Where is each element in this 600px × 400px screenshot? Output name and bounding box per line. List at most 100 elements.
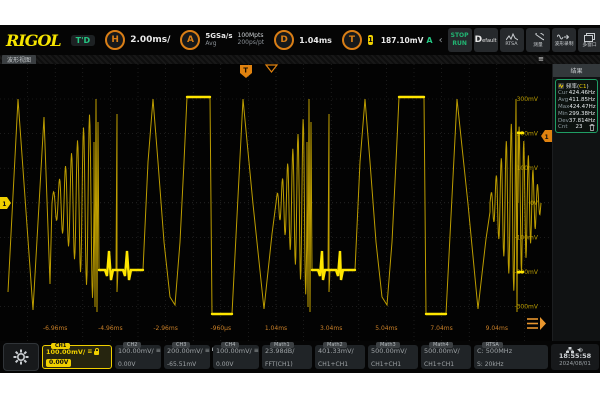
bw-limit-icon: ≡ <box>156 348 161 354</box>
acquire-knob[interactable]: A <box>180 30 200 50</box>
default-button[interactable]: Default <box>474 28 498 52</box>
math4-expr: CH1+CH1 <box>424 362 468 368</box>
channel-card-ch2[interactable]: CH2 100.00mV/≡ 0.00V <box>115 345 161 369</box>
math2-tab: Math2 <box>323 342 347 348</box>
math2-expr: CH1+CH1 <box>318 362 362 368</box>
multi-window-label: 多窗口 <box>582 43 596 48</box>
gear-icon <box>13 349 29 365</box>
waveform-view[interactable]: 300mV200mV100mV0V-100mV-200mV-300mV-6.96… <box>0 64 552 341</box>
panel-menu-icon[interactable]: ≡ <box>538 56 544 63</box>
ch1-offset: 0.00V <box>46 359 71 367</box>
voltage-label: 300mV <box>517 96 539 103</box>
trigger-knob[interactable]: T <box>342 30 362 50</box>
math3-scale: 500.00mV/ <box>371 348 415 355</box>
math1-tab: Math1 <box>270 342 294 348</box>
measurement-card-frequency[interactable]: 频率(C1) Cur424.46Hz Avg411.85Hz Max424.47… <box>555 79 598 133</box>
time-label: 1.04ms <box>265 325 287 332</box>
waveform-bright-segment <box>99 251 143 280</box>
svg-text:1: 1 <box>2 201 6 208</box>
time-label: 9.04ms <box>486 325 508 332</box>
delete-measurement-icon[interactable] <box>589 124 595 131</box>
time-label: -960μs <box>211 325 232 332</box>
settings-button[interactable] <box>3 343 39 371</box>
results-panel-title: 结果 <box>553 64 600 77</box>
rtsa-label: RTSA <box>505 42 517 47</box>
ch1-tab: CH1 <box>51 343 70 349</box>
multi-window-icon <box>584 33 595 42</box>
acquire-mode: Avg <box>205 41 232 48</box>
ch3-tab: CH3 <box>172 342 190 348</box>
run-label: RUN <box>452 41 467 48</box>
bw-limit-icon: ≡ <box>254 348 259 354</box>
delay-value[interactable]: 1.04ms <box>299 36 332 45</box>
trigger-status-badge[interactable]: T'D <box>71 35 96 46</box>
rtsa-center: C: 500MHz <box>477 348 545 355</box>
math-card-math1[interactable]: Math1 23.98dB/ FFT(CH1) <box>262 345 312 369</box>
measurement-title: 频率(C1) <box>558 82 595 90</box>
math-card-math2[interactable]: Math2 401.33mV/ CH1+CH1 <box>315 345 365 369</box>
time-label: 7.04ms <box>430 325 452 332</box>
acquire-info[interactable]: 5GSa/s Avg <box>205 33 232 47</box>
view-tab-strip: 波形视图 ≡ <box>0 55 600 64</box>
stop-run-button[interactable]: STOP RUN <box>448 28 472 52</box>
time-label: 5.04ms <box>375 325 397 332</box>
sample-resolution: 200ps/pt <box>238 40 265 47</box>
center-reference-marker <box>266 65 277 72</box>
bw-limit-icon: ≡ <box>205 348 210 354</box>
toolbar: STOP RUN Default RTSA <box>448 28 600 52</box>
time-label: 3.04ms <box>320 325 342 332</box>
datetime-box[interactable]: 18:55:58 2024/08/01 <box>551 344 599 370</box>
display-area: 300mV200mV100mV0V-100mV-200mV-300mV-6.96… <box>0 64 600 341</box>
screenshot: RIGOL T'D H 2.00ms/ A 5GSa/s Avg 100Mpts… <box>0 0 600 400</box>
channel-card-ch4[interactable]: CH4 100.00mV/≡ 0.00V <box>213 345 259 369</box>
ch2-tab: CH2 <box>123 342 141 348</box>
math2-scale: 401.33mV/ <box>318 348 362 355</box>
math-card-math3[interactable]: Math3 500.00mV/ CH1+CH1 <box>368 345 418 369</box>
math-card-math4[interactable]: Math4 500.00mV/ CH1+CH1 <box>421 345 471 369</box>
ch1-waveform-trace <box>8 97 541 314</box>
rtsa-button[interactable]: RTSA <box>500 28 524 52</box>
spectrum-icon <box>506 33 518 41</box>
oscilloscope-screen: RIGOL T'D H 2.00ms/ A 5GSa/s Avg 100Mpts… <box>0 25 600 373</box>
waveform-record-button[interactable]: 波形录制 <box>552 28 576 52</box>
default-label-big: D <box>475 36 482 45</box>
measurement-row: Avg411.85Hz <box>558 97 595 104</box>
ch2-scale: 100.00mV/≡ <box>118 348 158 355</box>
time-label: -2.96ms <box>153 325 178 332</box>
waveform-canvas[interactable]: 300mV200mV100mV0V-100mV-200mV-300mV-6.96… <box>0 64 552 341</box>
voltage-label: -300mV <box>514 304 538 311</box>
trigger-level-value[interactable]: 187.10mV <box>381 36 424 45</box>
channel-card-ch1[interactable]: CH1 100.00mV/≡ 0.00V <box>42 345 112 369</box>
horizontal-knob[interactable]: H <box>105 30 125 50</box>
math4-scale: 500.00mV/ <box>424 348 468 355</box>
math3-tab: Math3 <box>376 342 400 348</box>
math4-tab: Math4 <box>429 342 453 348</box>
measure-button[interactable]: 测量 <box>526 28 550 52</box>
rtsa-tab: RTSA <box>482 342 503 348</box>
trigger-coupling: A <box>426 36 432 45</box>
plot-menu-icon[interactable] <box>527 317 546 330</box>
channel-status-bar: CH1 100.00mV/≡ 0.00V CH2 100.00mV/≡ 0.00… <box>0 341 600 373</box>
memory-info[interactable]: 100Mpts 200ps/pt <box>238 33 265 46</box>
measurement-row: Max424.47Hz <box>558 104 595 111</box>
toolbar-scroll-left-icon[interactable]: ‹ <box>439 35 443 46</box>
measurement-icon <box>558 83 564 89</box>
waveform-record-label: 波形录制 <box>554 42 573 47</box>
math1-expr: FFT(CH1) <box>265 362 309 368</box>
timebase-value[interactable]: 2.00ms/ <box>130 35 170 45</box>
math1-scale: 23.98dB/ <box>265 348 309 355</box>
waveform-bright-segment <box>312 251 355 280</box>
rtsa-card[interactable]: RTSA C: 500MHz S: 20kHz <box>474 345 548 369</box>
tab-waveform-view[interactable]: 波形视图 <box>2 55 36 64</box>
multi-window-button[interactable]: 多窗口 <box>578 28 600 52</box>
wave-record-icon <box>557 33 570 41</box>
measurement-count-row: Cnt23 <box>558 124 595 131</box>
svg-text:T: T <box>243 67 248 75</box>
channel-card-ch3[interactable]: CH3 200.00mV/≡ -65.51mV <box>164 345 210 369</box>
delay-knob[interactable]: D <box>274 30 294 50</box>
ch3-scale: 200.00mV/≡ <box>167 348 207 355</box>
rigol-logo: RIGOL <box>6 31 61 50</box>
ch4-scale: 100.00mV/≡ <box>216 348 256 355</box>
time-label: -4.96ms <box>98 325 123 332</box>
trigger-source-badge[interactable]: 1 <box>368 35 373 45</box>
